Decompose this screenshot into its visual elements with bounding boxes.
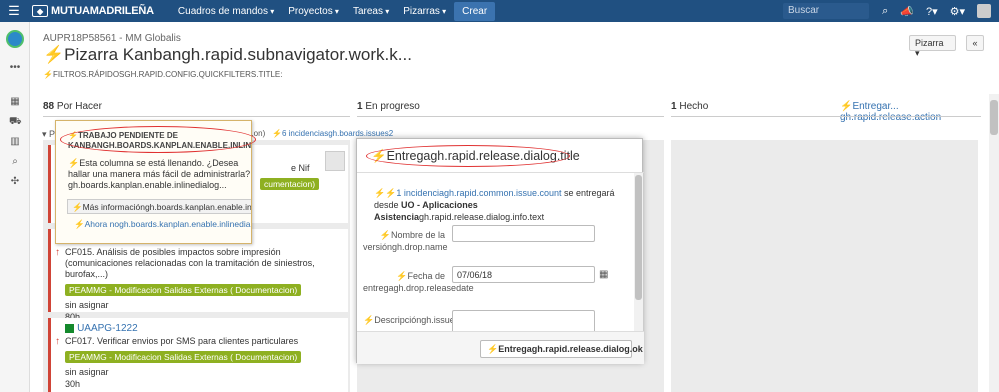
issue-card[interactable]: UAAPG-1222 ↑ CF017. Verificar envios por … [48,318,348,392]
bolt-icon: ⚡ [396,271,408,281]
quick-filters-label: ⚡FILTROS.RÁPIDOSGH.RAPID.CONFIG.QUICKFIL… [43,70,283,79]
nav-issues[interactable]: Tareas [353,6,389,17]
nav-projects[interactable]: Proyectos [288,6,339,17]
version-name-label: ⚡Nombre de la versióngh.drop.name [363,230,448,252]
bolt-icon: ⚡ [43,45,65,64]
epic-label[interactable]: PEAMMG - Modificacion Salidas Externas (… [65,284,302,296]
bolt-icon: ⚡ [74,219,85,229]
dialog-footer: ⚡Entregagh.rapid.release.dialog.ok [357,331,644,364]
more-icon[interactable]: ••• [9,62,21,74]
more-info-button[interactable]: ⚡Más informacióngh.boards.kanplan.enable… [67,199,251,214]
description-label: ⚡Descripcióngh.issue.description [363,315,501,325]
user-avatar[interactable] [977,4,991,18]
bolt-icon: ⚡ [363,315,375,325]
page-scrollbar[interactable] [989,94,999,392]
board-menu-button[interactable]: Pizarra ▾ [909,35,956,58]
notifications-icon[interactable]: 📣 [900,5,914,18]
bolt-icon: ⚡⚡ [374,188,397,198]
board-icon[interactable]: ▦ [9,96,21,108]
issue-count-link[interactable]: 1 incidenciagh.rapid.common.issue.count [396,188,561,198]
assignee-avatar [325,151,345,171]
release-date-label: ⚡Fecha de entregagh.drop.releasedate [363,271,474,293]
addons-icon[interactable]: ✣ [9,176,21,188]
logo-text: MUTUAMADRILEÑA [51,5,154,17]
releases-icon[interactable]: ⛟ [9,116,22,128]
column-divider [357,116,664,117]
annotation-circle [366,145,570,167]
priority-high-icon: ↑ [55,247,60,258]
help-icon[interactable]: ?▾ [926,5,938,18]
bolt-icon: ⚡ [68,158,80,168]
not-now-link[interactable]: ⚡Ahora nogh.boards.kanplan.enable.inline… [74,219,251,230]
project-sidebar: ••• ▦ ⛟ ▥ ⌕ ✣ [0,22,30,392]
column-header-todo: 88 Por Hacer [43,101,102,112]
column-done [671,140,978,392]
card-assignee: sin asignar [65,300,109,310]
create-button[interactable]: Crear [454,1,496,21]
annotation-circle [60,126,256,153]
version-name-input[interactable] [452,225,595,242]
dialog-body: ⚡⚡1 incidenciagh.rapid.common.issue.coun… [357,173,644,331]
description-textarea[interactable] [452,310,595,331]
nav-boards[interactable]: Pizarras [403,6,446,17]
card-summary: ↑ CF017. Verificar envios por SMS para cl… [55,336,299,347]
release-info-text: ⚡⚡1 incidenciagh.rapid.common.issue.coun… [374,188,615,222]
nav-dashboards[interactable]: Cuadros de mandos [178,6,274,17]
column-divider [671,116,981,117]
breadcrumb[interactable]: AUPR18P58561 - MM Globalis [43,33,181,44]
release-ok-button[interactable]: ⚡Entregagh.rapid.release.dialog.ok [480,340,643,358]
gear-icon[interactable]: ⚙▾ [950,5,965,18]
epic-label[interactable]: PEAMMG - Modificacion Salidas Externas (… [65,351,302,363]
column-divider [43,116,350,117]
priority-high-icon: ↑ [55,336,60,347]
bolt-icon: ⚡ [840,101,853,112]
search-input[interactable]: Buscar [783,3,869,19]
column-header-inprogress: 1 En progreso [357,101,420,112]
collapse-header-button[interactable]: « [966,35,984,51]
story-type-icon [65,323,74,333]
search-icon[interactable]: ⌕ [882,5,888,18]
dialog-scrollbar-thumb[interactable] [635,175,642,300]
swimlane-issue-count: ⚡6 incidenciasgh.boards.issues2 [272,129,394,138]
main-nav: Cuadros de mandos Proyectos Tareas Pizar… [178,6,446,17]
logo[interactable]: ◆ MUTUAMADRILEÑA [32,5,154,17]
release-dialog: ⚡Entregagh.rapid.release.dialog.title ⚡⚡… [356,138,644,364]
card-key[interactable]: UAAPG-1222 [65,322,348,334]
card-assignee: sin asignar [65,367,109,377]
bolt-icon: ⚡ [272,129,282,138]
epic-label[interactable]: cumentacion) [260,178,320,190]
top-navigation-bar: ☰ ◆ MUTUAMADRILEÑA Cuadros de mandos Pro… [0,0,999,22]
card-summary: e Nif [291,163,310,173]
card-estimate: 30h [65,379,81,389]
swimlane-toggle[interactable]: ▾ P [42,129,55,140]
calendar-icon[interactable]: ▦ [599,269,608,280]
epic-row: PEAMMG - Modificacion Salidas Externas (… [65,284,348,296]
bolt-icon: ⚡ [72,202,83,212]
bolt-icon: ⚡ [487,344,499,354]
release-date-input[interactable] [452,266,595,283]
project-avatar[interactable] [6,30,24,48]
app-switcher-icon[interactable]: ☰ [0,0,28,22]
popup-text: ⚡Esta columna se está llenando. ¿Desea h… [68,158,251,190]
top-icons: ⌕ 📣 ?▾ ⚙▾ [882,0,991,22]
page-title: ⚡Pizarra Kanbangh.rapid.subnavigator.wor… [43,45,412,64]
card-summary: ↑ CF015. Análisis de posibles impactos so… [55,247,315,279]
issues-icon[interactable]: ⌕ [9,156,21,168]
release-link[interactable]: ⚡Entregar... gh.rapid.release.action [840,101,999,123]
reports-icon[interactable]: ▥ [9,136,21,148]
epic-row: PEAMMG - Modificacion Salidas Externas (… [65,351,348,363]
page-scrollbar-thumb[interactable] [990,100,998,135]
logo-mark-icon: ◆ [32,5,48,17]
bolt-icon: ⚡ [379,230,391,240]
bolt-icon: ⚡ [43,70,53,79]
column-header-done: 1 Hecho [671,101,709,112]
